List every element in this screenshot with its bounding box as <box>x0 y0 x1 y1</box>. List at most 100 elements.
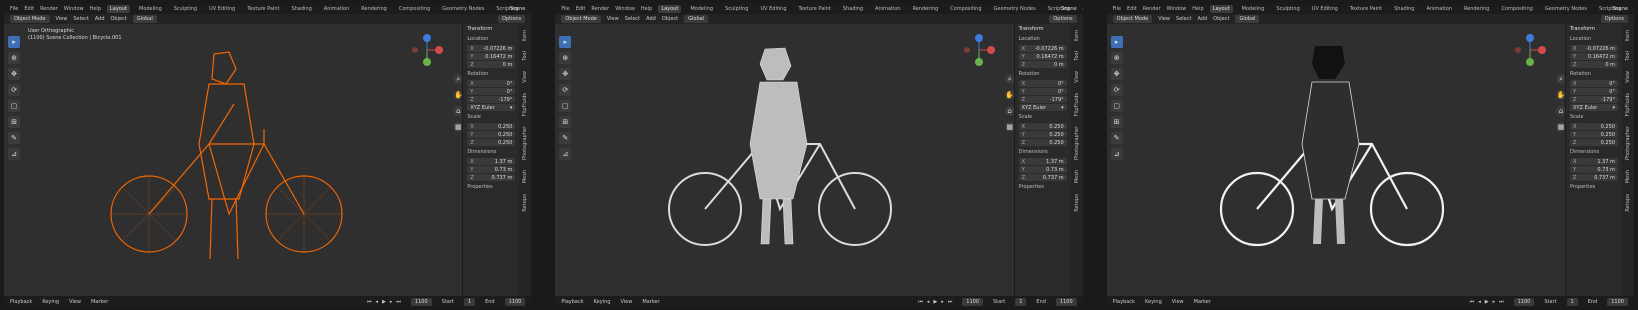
scale-y-field[interactable]: Y 0.250 <box>1569 131 1618 138</box>
tab-item[interactable]: Item <box>1074 30 1080 41</box>
location-y-field[interactable]: Y 0.16472 m <box>1569 53 1618 60</box>
current-frame-field[interactable]: 1100 <box>1513 298 1535 306</box>
mode-dropdown[interactable]: Object Mode <box>1112 15 1153 23</box>
jump-start-icon[interactable]: ⏮ <box>918 299 923 305</box>
menu-window[interactable]: Window <box>1167 6 1187 12</box>
tab-rendering[interactable]: Rendering <box>910 5 942 13</box>
start-frame-field[interactable]: 1 <box>1566 298 1578 306</box>
tab-texture-paint[interactable]: Texture Paint <box>796 5 834 13</box>
current-frame-field[interactable]: 1100 <box>410 298 432 306</box>
view-menu[interactable]: View <box>1158 16 1170 22</box>
menu-edit[interactable]: Edit <box>576 6 586 12</box>
view-menu-footer[interactable]: View <box>1172 299 1184 305</box>
tab-shading[interactable]: Shading <box>1391 5 1417 13</box>
next-key-icon[interactable]: ▸ <box>390 299 393 305</box>
view-menu[interactable]: View <box>56 16 68 22</box>
tab-texture-paint[interactable]: Texture Paint <box>1347 5 1385 13</box>
dimensions-x-field[interactable]: X 1.37 m <box>1569 158 1618 165</box>
scene-selector[interactable]: Scene <box>1061 6 1076 12</box>
properties-section[interactable]: Properties <box>1015 182 1071 192</box>
annotate-icon[interactable]: ✎ <box>1110 132 1123 144</box>
menu-help[interactable]: Help <box>641 6 652 12</box>
tab-tool[interactable]: Tool <box>1625 51 1631 61</box>
annotate-icon[interactable]: ✎ <box>559 132 572 144</box>
axis-gizmo[interactable] <box>409 32 445 68</box>
location-x-field[interactable]: X -0.07226 m <box>1569 45 1618 52</box>
tab-uv-editing[interactable]: UV Editing <box>206 5 238 13</box>
location-z-field[interactable]: Z 0 m <box>1018 61 1067 68</box>
mode-dropdown[interactable]: Object Mode <box>10 15 50 23</box>
rotation-y-field[interactable]: Y 0° <box>1018 88 1067 95</box>
properties-section[interactable]: Properties <box>1566 182 1622 192</box>
annotate-icon[interactable]: ✎ <box>8 132 20 144</box>
move-icon[interactable]: ✥ <box>8 68 20 80</box>
keying-menu[interactable]: Keying <box>42 299 59 305</box>
play-icon[interactable]: ▶ <box>382 299 386 305</box>
add-menu[interactable]: Add <box>1197 16 1207 22</box>
start-frame-field[interactable]: 1 <box>463 298 476 306</box>
tab-modeling[interactable]: Modeling <box>687 5 716 13</box>
tab-shading[interactable]: Shading <box>288 5 314 13</box>
mode-dropdown[interactable]: Object Mode <box>561 15 601 23</box>
select-menu[interactable]: Select <box>1176 16 1191 22</box>
dimensions-z-field[interactable]: Z 0.737 m <box>1569 174 1618 181</box>
tab-photographer[interactable]: Photographer <box>522 126 528 160</box>
view-menu-footer[interactable]: View <box>69 299 81 305</box>
prev-key-icon[interactable]: ◂ <box>376 299 379 305</box>
tab-compositing[interactable]: Compositing <box>1498 5 1535 13</box>
dimensions-x-field[interactable]: X 1.37 m <box>1018 158 1067 165</box>
measure-icon[interactable]: ⊿ <box>559 148 572 160</box>
tab-uv-editing[interactable]: UV Editing <box>757 5 789 13</box>
prev-key-icon[interactable]: ◂ <box>1478 299 1481 305</box>
tab-view[interactable]: View <box>522 71 528 83</box>
menu-render[interactable]: Render <box>1143 6 1161 12</box>
marker-menu[interactable]: Marker <box>91 299 108 305</box>
marker-menu[interactable]: Marker <box>642 299 659 305</box>
rotation-mode-dropdown[interactable]: XYZ Euler ▾ <box>467 104 516 111</box>
3d-viewport[interactable] <box>1106 24 1634 296</box>
scale-icon[interactable]: ▢ <box>8 100 20 112</box>
axis-gizmo[interactable] <box>961 32 997 68</box>
object-menu[interactable]: Object <box>1213 16 1229 22</box>
scale-icon[interactable]: ▢ <box>559 100 572 112</box>
scale-y-field[interactable]: Y 0.250 <box>467 131 516 138</box>
rotation-z-field[interactable]: Z -179° <box>1569 96 1618 103</box>
tab-modeling[interactable]: Modeling <box>1239 5 1268 13</box>
properties-section[interactable]: Properties <box>463 182 519 192</box>
rotation-mode-dropdown[interactable]: XYZ Euler ▾ <box>1018 104 1067 111</box>
tab-retopo[interactable]: Retopo <box>1074 194 1080 212</box>
object-menu[interactable]: Object <box>662 16 678 22</box>
prev-key-icon[interactable]: ◂ <box>927 299 930 305</box>
rotation-x-field[interactable]: X 0° <box>1569 80 1618 87</box>
orientation-dropdown[interactable]: Global <box>684 15 709 23</box>
cursor-icon[interactable]: ⊕ <box>1110 52 1123 64</box>
marker-menu[interactable]: Marker <box>1194 299 1211 305</box>
select-menu[interactable]: Select <box>73 16 88 22</box>
tab-item[interactable]: Item <box>522 30 528 41</box>
end-frame-field[interactable]: 1100 <box>1607 298 1628 306</box>
jump-start-icon[interactable]: ⏮ <box>1470 299 1475 305</box>
scale-z-field[interactable]: Z 0.250 <box>1018 139 1067 146</box>
tab-flipfluids[interactable]: FlipFluids <box>1625 93 1631 116</box>
dimensions-y-field[interactable]: Y 0.73 m <box>467 166 516 173</box>
menu-render[interactable]: Render <box>40 6 58 12</box>
rotation-mode-dropdown[interactable]: XYZ Euler ▾ <box>1569 104 1618 111</box>
tab-uv-editing[interactable]: UV Editing <box>1309 5 1341 13</box>
tab-texture-paint[interactable]: Texture Paint <box>244 5 282 13</box>
menu-help[interactable]: Help <box>90 6 101 12</box>
tab-flipfluids[interactable]: FlipFluids <box>522 93 528 116</box>
scene-selector[interactable]: Scene <box>1613 6 1628 12</box>
tab-view[interactable]: View <box>1625 71 1631 83</box>
rotate-icon[interactable]: ⟳ <box>559 84 572 96</box>
menu-render[interactable]: Render <box>591 6 609 12</box>
location-z-field[interactable]: Z 0 m <box>1569 61 1618 68</box>
tab-geometry-nodes[interactable]: Geometry Nodes <box>991 5 1039 13</box>
rotate-icon[interactable]: ⟳ <box>1110 84 1123 96</box>
location-y-field[interactable]: Y 0.16472 m <box>467 53 516 60</box>
select-box-icon[interactable]: ▸ <box>8 36 20 48</box>
jump-end-icon[interactable]: ⏭ <box>948 299 953 305</box>
tab-rendering[interactable]: Rendering <box>1461 5 1493 13</box>
scale-z-field[interactable]: Z 0.250 <box>467 139 516 146</box>
playback-menu[interactable]: Playback <box>561 299 583 305</box>
rotation-y-field[interactable]: Y 0° <box>1569 88 1618 95</box>
